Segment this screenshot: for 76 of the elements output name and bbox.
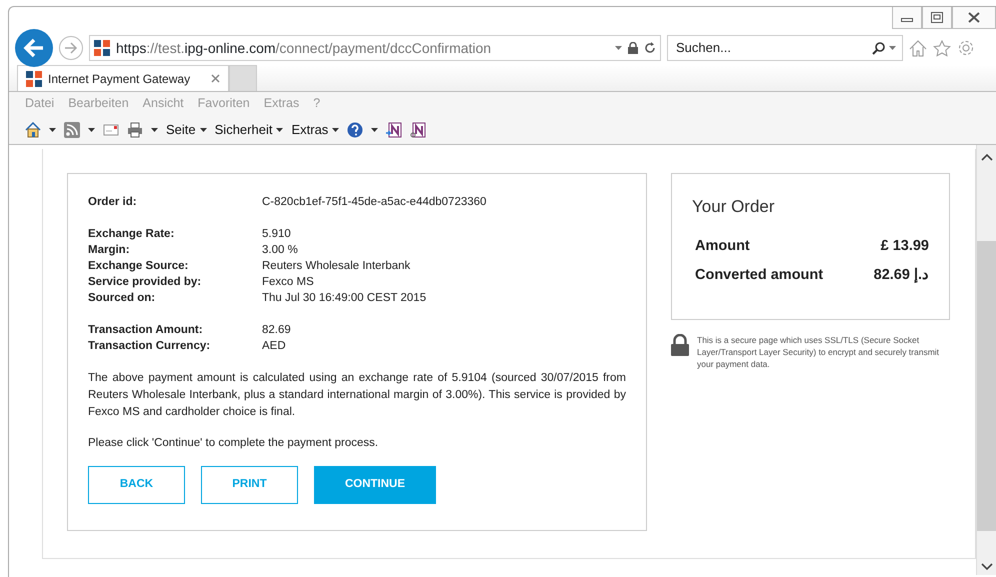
caret-icon [200, 128, 207, 132]
maximize-icon [931, 12, 943, 23]
toolbar-menu[interactable]: Extras [291, 120, 340, 140]
order-label: Amount [695, 236, 750, 256]
field-label: Transaction Amount: [88, 323, 204, 338]
url-text: https://test.ipg-online.com/connect/payment/dccConfirmation [116, 38, 492, 58]
field-value: 82.69 [262, 323, 291, 338]
security-note: This is a secure page which uses SSL/TLS (Secure Socket Layer/Transport Layer Security) to encrypt and securely transmit your payment data. [697, 334, 940, 370]
order-value: £ 13.99 [880, 236, 929, 256]
maximize-button[interactable] [922, 7, 952, 29]
field-label: Margin: [88, 243, 131, 258]
menu-item[interactable]: Favoriten [198, 94, 250, 113]
scrollbar[interactable] [976, 145, 996, 575]
browser-tab[interactable]: Internet Payment Gateway [17, 65, 229, 91]
close-button[interactable] [952, 7, 996, 29]
field-value: Thu Jul 30 16:49:00 CEST 2015 [262, 291, 426, 306]
action-button[interactable]: BACK [88, 466, 185, 504]
settings-icon[interactable] [957, 39, 975, 57]
menu-item[interactable]: Datei [25, 94, 54, 113]
search-field[interactable]: Suchen... [667, 35, 903, 61]
back-button[interactable] [15, 29, 53, 67]
caret-icon [332, 128, 340, 132]
order-title: Your Order [692, 196, 776, 218]
close-icon [968, 12, 980, 23]
order-value: 82.69 د.إ [874, 266, 929, 286]
order-label: Converted amount [695, 266, 824, 286]
field-label: Sourced on: [88, 291, 156, 306]
mail-icon[interactable] [103, 122, 119, 138]
toolbar-menu[interactable]: Sicherheit [214, 120, 284, 140]
instruction-text: Please click 'Continue' to complete the payment process. [88, 436, 380, 451]
dropdown-caret-icon[interactable] [88, 128, 95, 132]
scroll-down-icon[interactable] [980, 563, 992, 571]
lock-icon [628, 42, 638, 54]
field-label: Service provided by: [88, 275, 202, 290]
help-icon[interactable] [347, 122, 364, 138]
address-bar[interactable]: https://test.ipg-online.com/connect/payment/dccConfirmation [89, 35, 661, 61]
dropdown-caret-icon[interactable] [151, 128, 158, 132]
note-icon[interactable] [410, 122, 426, 138]
site-logo-icon [94, 40, 110, 56]
note-icon[interactable] [386, 122, 402, 138]
field-label: Order id: [88, 195, 138, 210]
field-value: Fexco MS [262, 275, 314, 290]
home-icon[interactable] [25, 122, 41, 138]
scroll-up-icon[interactable] [980, 153, 992, 161]
field-value: Reuters Wholesale Interbank [262, 259, 410, 274]
back-arrow-icon [23, 38, 45, 58]
site-logo-icon [26, 70, 42, 86]
close-tab-icon[interactable] [211, 74, 220, 83]
menu-item[interactable]: ? [313, 94, 320, 113]
menu-item[interactable]: Extras [264, 94, 300, 113]
field-value: 3.00 % [262, 243, 298, 258]
search-icon[interactable] [872, 42, 885, 54]
lock-icon [671, 334, 689, 356]
action-button[interactable]: PRINT [201, 466, 298, 504]
field-label: Exchange Rate: [88, 227, 176, 242]
feed-icon[interactable] [64, 122, 80, 138]
scrollbar-thumb[interactable] [976, 241, 996, 531]
dropdown-caret-icon[interactable] [371, 128, 378, 132]
field-value: AED [262, 339, 286, 354]
field-label: Transaction Currency: [88, 339, 212, 354]
field-value: C-820cb1ef-75f1-45de-a5ac-e44db0723360 [262, 195, 486, 210]
field-value: 5.910 [262, 227, 291, 242]
home-icon[interactable] [909, 40, 927, 56]
caret-icon [276, 128, 284, 132]
minimize-button[interactable] [892, 7, 922, 29]
menu-item[interactable]: Ansicht [142, 94, 184, 113]
printer-icon[interactable] [127, 122, 143, 138]
toolbar-menu[interactable]: Seite [166, 120, 207, 140]
disclaimer-text: The above payment amount is calculated using an exchange rate of 5.9104 (sourced 30/07/2015 from Reuters Wholesale Interbank, plus a standard international margin of 3.00%). This service is provided by Fexco MS and cardholder choice is final. [88, 371, 626, 420]
field-label: Exchange Source: [88, 259, 190, 274]
forward-arrow-icon [64, 42, 78, 54]
continue-button[interactable]: CONTINUE [314, 466, 436, 504]
dropdown-caret-icon[interactable] [49, 128, 56, 132]
favorites-star-icon[interactable] [933, 40, 951, 56]
menu-item[interactable]: Bearbeiten [68, 94, 129, 113]
refresh-icon[interactable] [644, 42, 656, 54]
